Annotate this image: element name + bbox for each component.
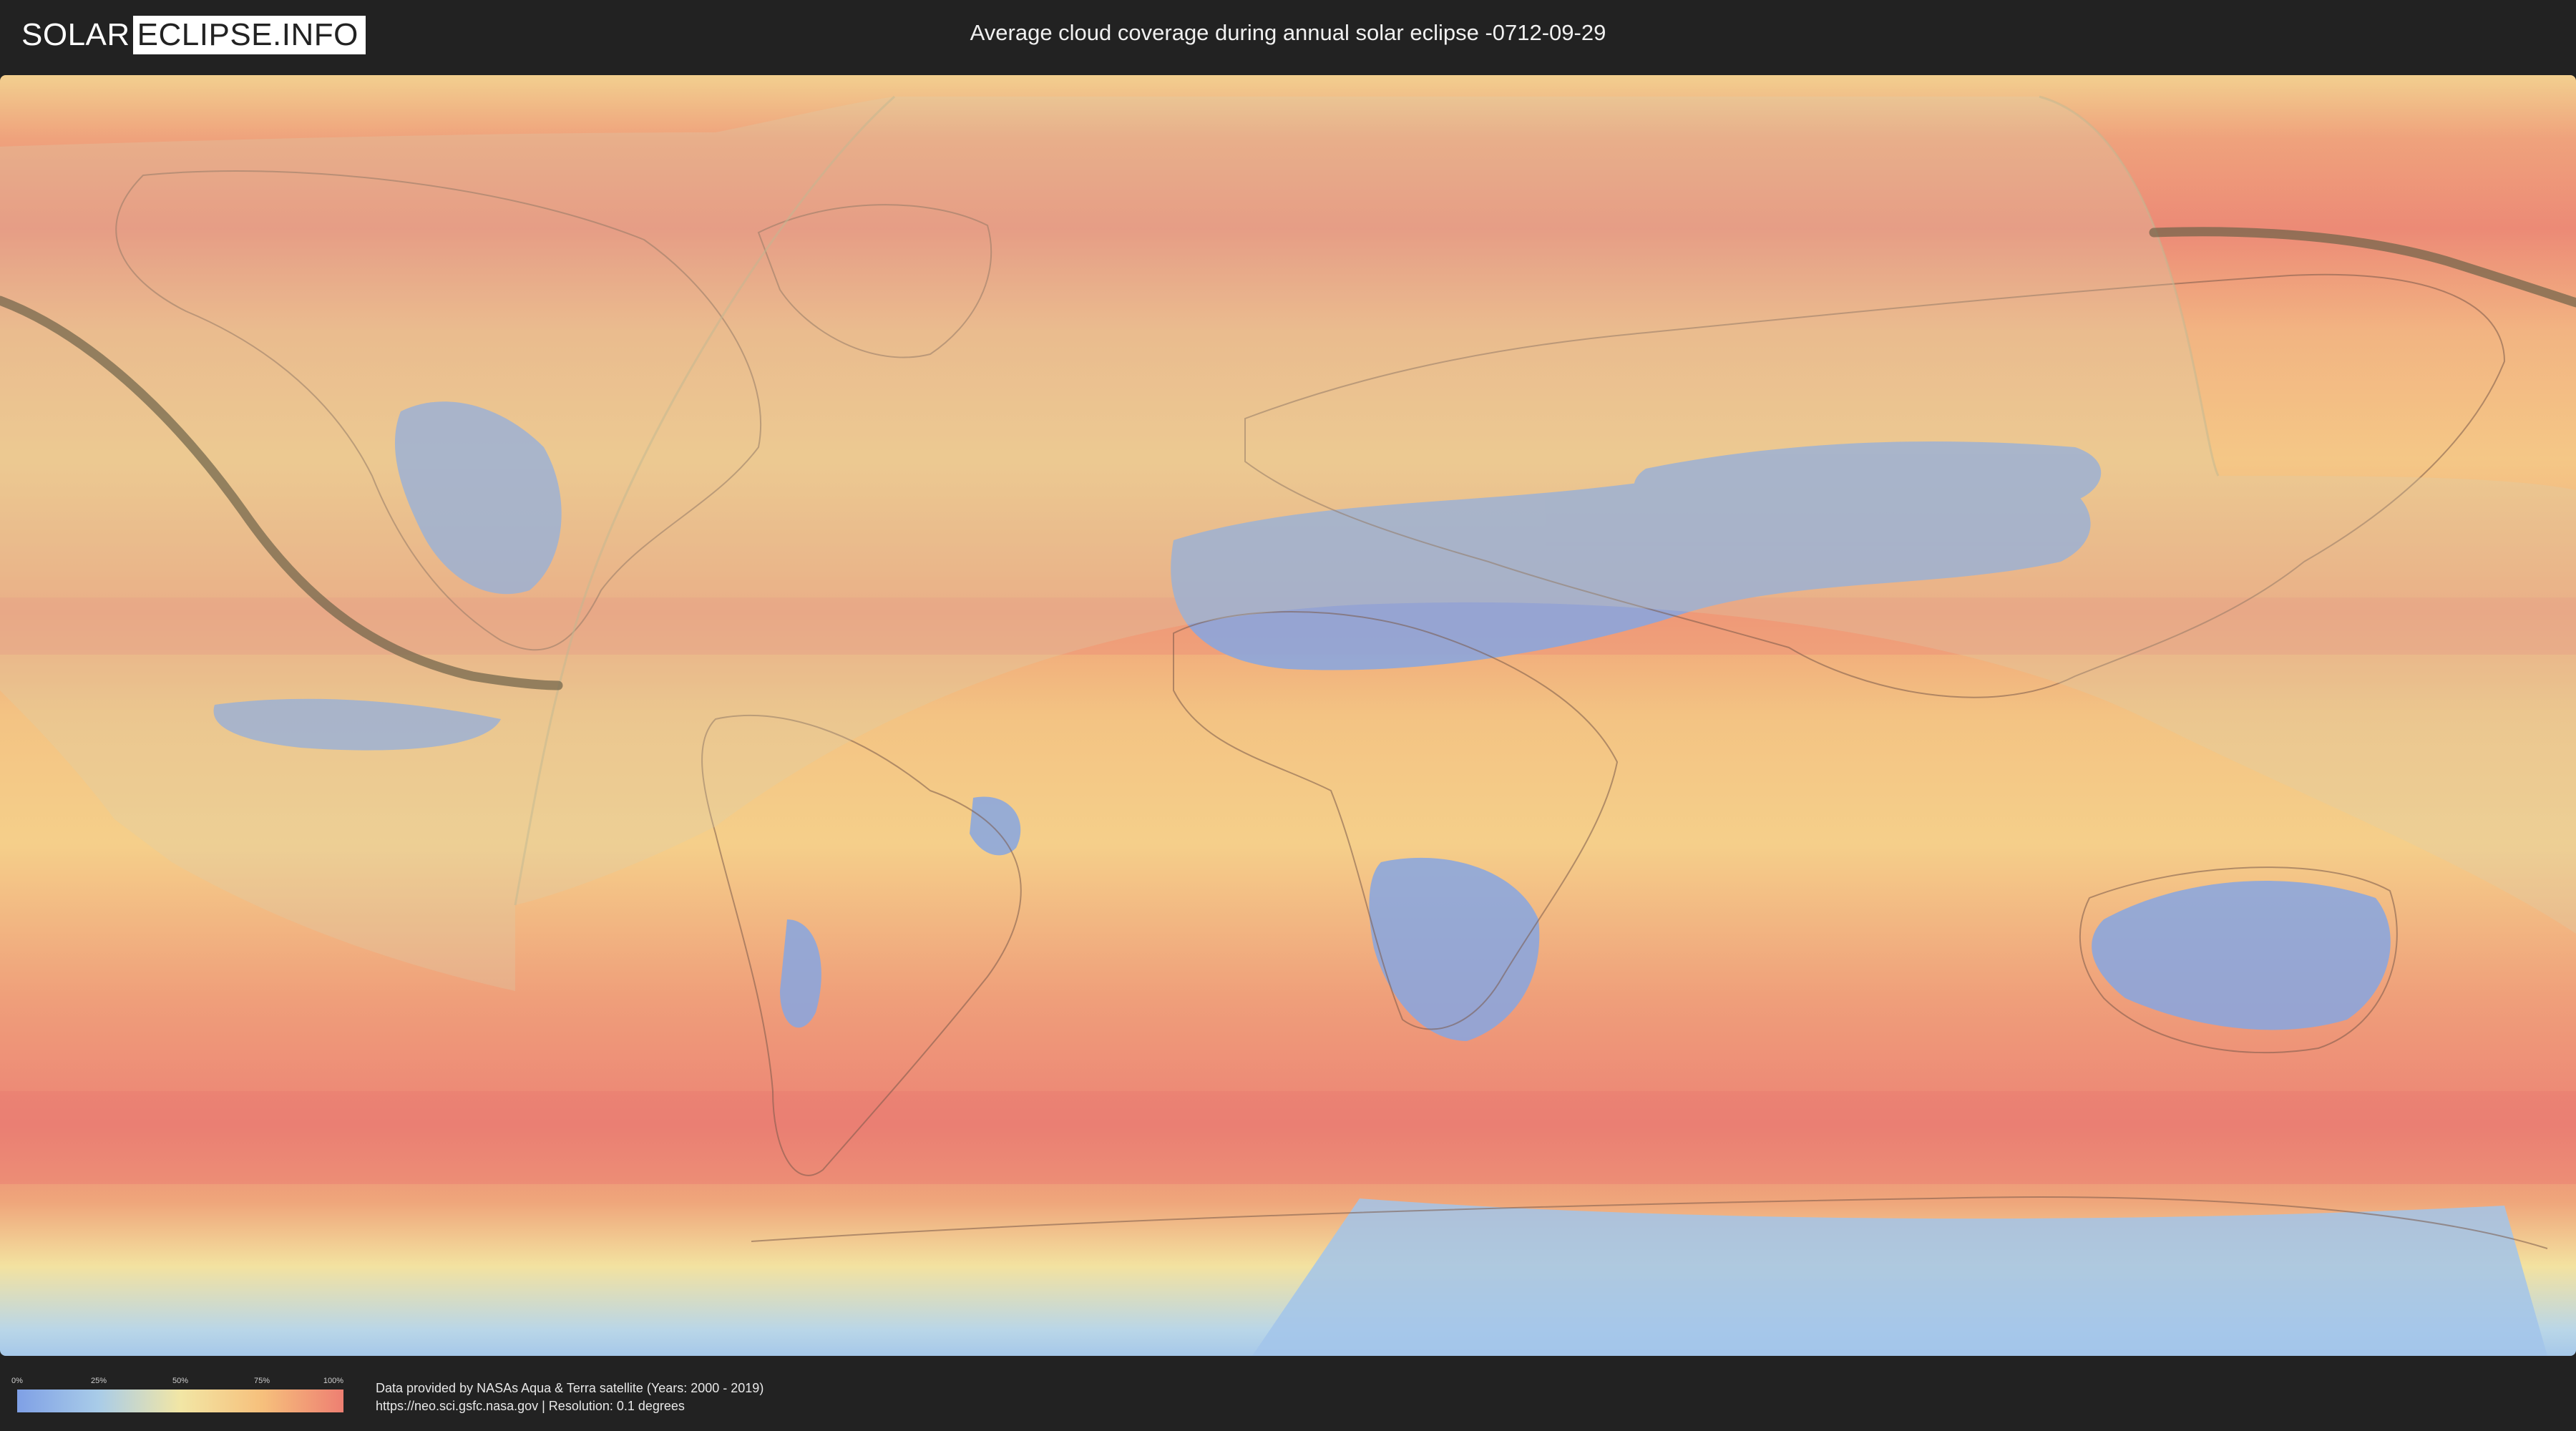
map-svg	[0, 75, 2576, 1356]
legend-tick-50: 50%	[172, 1377, 189, 1385]
legend-tick-25: 25%	[90, 1377, 107, 1385]
cloud-coverage-map	[0, 75, 2576, 1356]
legend-tick-0: 0%	[11, 1377, 23, 1385]
clear-region-antarctica	[1252, 1198, 2547, 1356]
southern-storm-band	[0, 1091, 2576, 1184]
header-bar: SOLAR ECLIPSE.INFO Average cloud coverag…	[0, 0, 2576, 72]
credits-line-url: https://neo.sci.gsfc.nasa.gov | Resoluti…	[376, 1399, 685, 1413]
page-title: Average cloud coverage during annual sol…	[970, 20, 1606, 45]
data-credits: Data provided by NASAs Aqua & Terra sate…	[376, 1379, 763, 1415]
legend-tick-100: 100%	[323, 1377, 344, 1385]
legend-tick-labels: 0% 25% 50% 75% 100%	[11, 1377, 344, 1387]
credits-line-source: Data provided by NASAs Aqua & Terra sate…	[376, 1381, 764, 1395]
legend-color-bar	[17, 1390, 343, 1412]
legend-tick-75: 75%	[253, 1377, 270, 1385]
